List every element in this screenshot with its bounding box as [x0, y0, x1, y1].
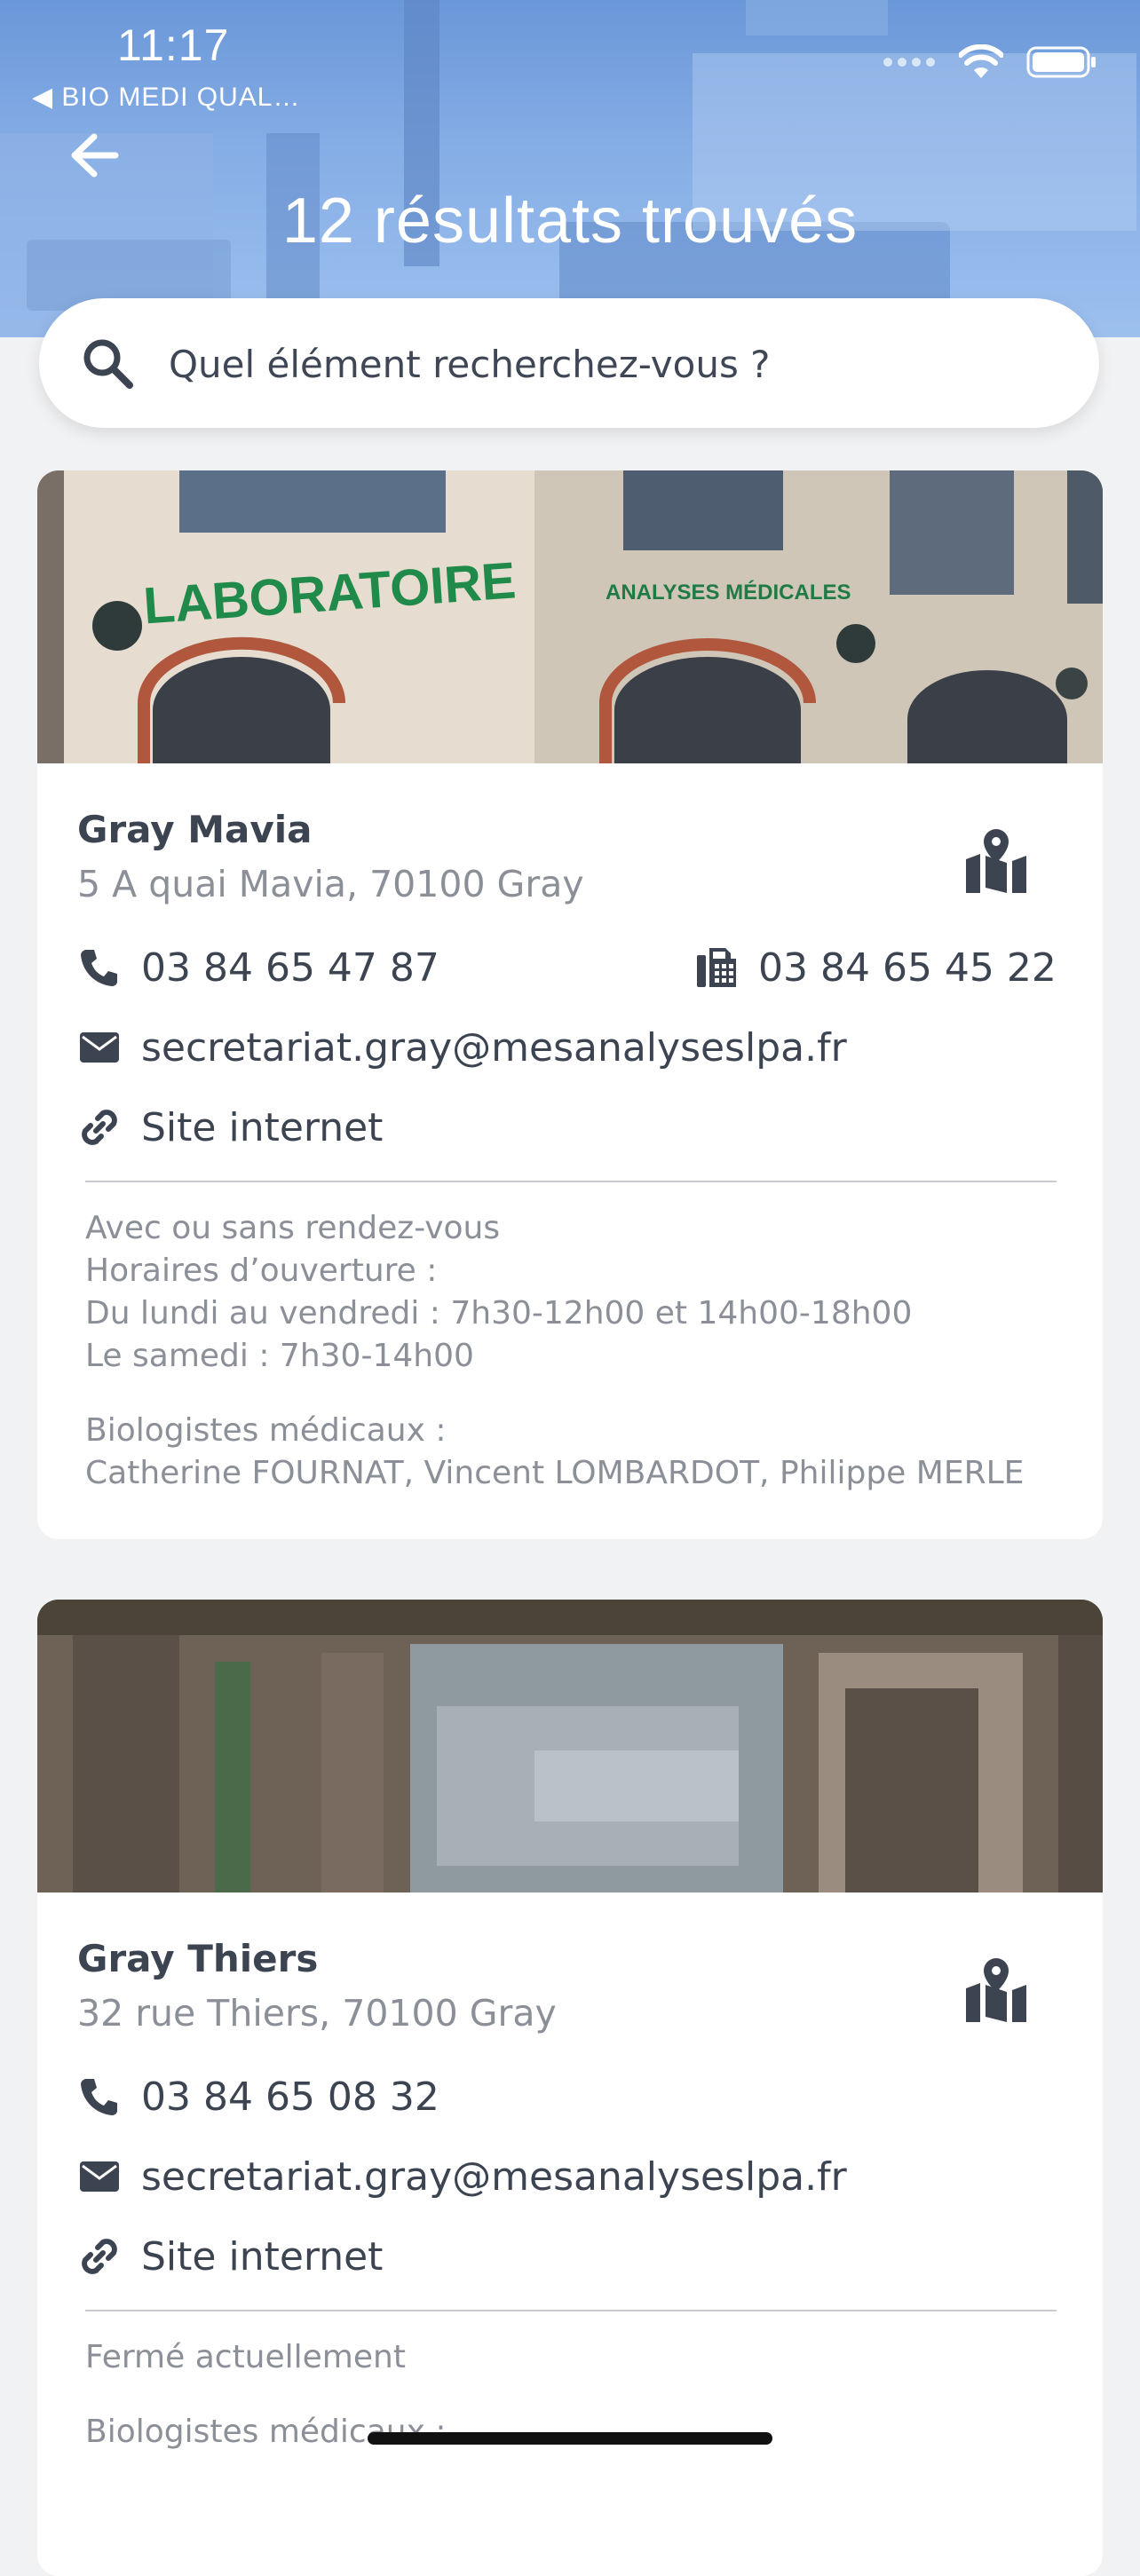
lab-photo	[37, 1600, 1103, 1892]
home-indicator[interactable]	[368, 2432, 772, 2445]
lab-card[interactable]: Gray Thiers 32 rue Thiers, 70100 Gray 03…	[37, 1600, 1103, 2576]
envelope-icon	[80, 1032, 119, 1063]
phone-number[interactable]: 03 84 65 47 87	[141, 945, 439, 991]
lab-address: 32 rue Thiers, 70100 Gray	[77, 1992, 557, 2035]
lab-card[interactable]: LABORATOIRE ANALYSES MÉDICALES Gray Mavi…	[37, 470, 1103, 1539]
map-icon[interactable]	[961, 1955, 1032, 2026]
email-row[interactable]: secretariat.gray@mesanalyseslpa.fr	[77, 1021, 847, 1074]
email-address[interactable]: secretariat.gray@mesanalyseslpa.fr	[141, 1025, 847, 1071]
search-input[interactable]	[167, 332, 1041, 396]
search-icon	[83, 339, 133, 389]
svg-text:ANALYSES MÉDICALES: ANALYSES MÉDICALES	[606, 580, 851, 604]
battery-icon	[1026, 46, 1096, 78]
website-link[interactable]: Site internet	[141, 1105, 383, 1150]
website-link[interactable]: Site internet	[141, 2234, 383, 2280]
fax-number[interactable]: 03 84 65 45 22	[758, 945, 1057, 991]
status-icons	[883, 44, 1097, 80]
signal-icon	[883, 58, 935, 67]
lab-name: Gray Mavia	[77, 808, 313, 851]
status-time: 11:17	[117, 20, 230, 70]
website-row[interactable]: Site internet	[77, 1101, 383, 1154]
info-line: Le samedi : 7h30-14h00	[85, 1338, 474, 1374]
map-icon[interactable]	[961, 826, 1032, 897]
opening-info: Avec ou sans rendez-vous Horaires d’ouve…	[85, 1207, 1024, 1495]
website-row[interactable]: Site internet	[77, 2230, 383, 2283]
biologists-label: Biologistes médicaux :	[85, 1412, 447, 1449]
phone-icon	[81, 2079, 117, 2115]
lab-photo: LABORATOIRE ANALYSES MÉDICALES	[37, 470, 1103, 763]
lab-address: 5 A quai Mavia, 70100 Gray	[77, 863, 584, 905]
fax-icon	[697, 948, 736, 987]
back-to-app-link[interactable]: ◀ BIO MEDI QUAL…	[32, 82, 300, 113]
biologists-names: Catherine FOURNAT, Vincent LOMBARDOT, Ph…	[85, 1455, 1025, 1491]
phone-row[interactable]: 03 84 65 47 87	[77, 941, 439, 994]
header: 11:17 ◀ BIO MEDI QUAL… 12 résultats trou…	[0, 0, 1140, 337]
lab-name: Gray Thiers	[77, 1937, 319, 1980]
fax-row[interactable]: 03 84 65 45 22	[694, 941, 1057, 994]
search-bar[interactable]	[39, 298, 1099, 428]
back-arrow-icon[interactable]	[64, 124, 126, 186]
email-address[interactable]: secretariat.gray@mesanalyseslpa.fr	[141, 2154, 847, 2200]
wifi-icon	[959, 44, 1003, 78]
info-line: Horaires d’ouverture :	[85, 1252, 438, 1289]
info-line: Du lundi au vendredi : 7h30-12h00 et 14h…	[85, 1295, 913, 1331]
phone-icon	[81, 950, 117, 986]
email-row[interactable]: secretariat.gray@mesanalyseslpa.fr	[77, 2150, 847, 2203]
divider	[85, 2310, 1057, 2311]
phone-number[interactable]: 03 84 65 08 32	[141, 2074, 439, 2120]
link-icon	[82, 1110, 117, 1145]
link-icon	[82, 2239, 117, 2274]
info-line: Avec ou sans rendez-vous	[85, 1210, 501, 1246]
divider	[85, 1181, 1057, 1182]
phone-row[interactable]: 03 84 65 08 32	[77, 2070, 439, 2123]
status-text: Fermé actuellement	[85, 2339, 406, 2375]
envelope-icon	[80, 2161, 119, 2192]
page-title: 12 résultats trouvés	[281, 186, 859, 257]
